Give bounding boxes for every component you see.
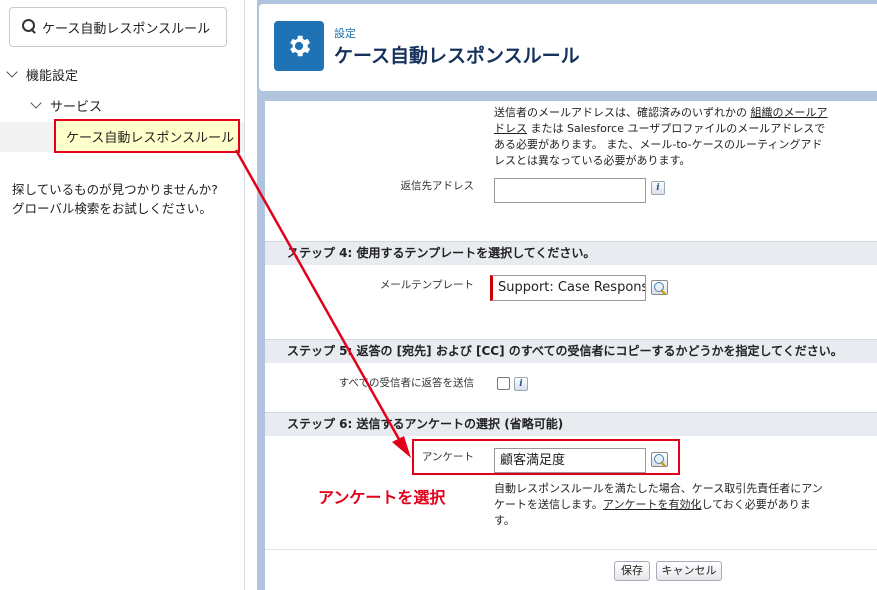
chevron-down-icon[interactable] (30, 97, 42, 109)
cancel-button[interactable]: キャンセル (656, 561, 722, 581)
survey-help: 自動レスポンスルールを満たした場合、ケース取引先責任者にアン ケートを送信します… (494, 481, 844, 529)
lookup-icon[interactable] (651, 452, 668, 467)
help-text: または Salesforce ユーザプロファイルのメールアドレスで (527, 122, 826, 135)
email-template-label: メールテンプレート (379, 279, 474, 291)
enable-survey-link[interactable]: アンケートを有効化 (603, 498, 702, 511)
breadcrumb[interactable]: 設定 (334, 25, 356, 41)
survey-label: アンケート (421, 451, 474, 463)
help-text: しておく必要がありま (701, 498, 811, 511)
step-6-header: ステップ 6: 送信するアンケートの選択 (省略可能) (265, 412, 877, 436)
reply-all-label: すべての受信者に返答を送信 (338, 377, 474, 389)
reply-to-input[interactable] (494, 178, 646, 203)
email-template-input[interactable]: Support: Case Response (490, 275, 646, 301)
search-icon (22, 19, 36, 33)
sender-address-help: 送信者のメールアドレスは、確認済みのいずれかの 組織のメールア ドレス または … (494, 105, 844, 169)
quick-find-box[interactable] (9, 7, 227, 47)
tree-node-features[interactable]: 機能設定 (6, 63, 79, 85)
quick-find-input[interactable] (42, 17, 224, 37)
info-icon[interactable]: i (651, 181, 665, 195)
setup-gear-tile (274, 21, 324, 71)
tree-node-features-label: 機能設定 (26, 68, 79, 84)
annotation-label: アンケートを選択 (318, 488, 446, 507)
gear-icon (290, 35, 311, 57)
help-text: ある必要があります。 また、メール-to-ケースのルーティングアド (494, 138, 823, 151)
page-title: ケース自動レスポンスルール (334, 45, 580, 67)
step-4-header: ステップ 4: 使用するテンプレートを選択してください。 (265, 241, 877, 265)
step-5-header: ステップ 5: 返答の [宛先] および [CC] のすべての受信者にコピーする… (265, 339, 877, 363)
global-search-hint: 探しているものが見つかりませんか? グローバル検索をお試しください。 (12, 180, 218, 218)
hint-line-1: 探しているものが見つかりませんか? (12, 182, 218, 197)
lookup-icon[interactable] (651, 280, 668, 295)
chevron-down-icon[interactable] (6, 66, 18, 78)
hint-line-2: グローバル検索をお試しください。 (12, 201, 212, 216)
tree-node-service[interactable]: サービス (30, 94, 103, 116)
tree-item-case-auto-response-label[interactable]: ケース自動レスポンスルール (66, 127, 234, 146)
reply-all-checkbox[interactable] (497, 377, 510, 390)
org-email-link[interactable]: 組織のメールア (751, 106, 828, 119)
save-button[interactable]: 保存 (614, 561, 650, 581)
button-divider (265, 549, 877, 550)
survey-input[interactable]: 顧客満足度 (494, 448, 646, 473)
tree-node-service-label: サービス (50, 99, 103, 115)
setup-sidebar: 機能設定 サービス ケース自動レスポンスルール 探しているものが見つかりませんか… (0, 0, 245, 590)
help-text: ケートを送信します。 (494, 498, 603, 511)
info-icon[interactable]: i (514, 377, 528, 391)
help-text: 自動レスポンスルールを満たした場合、ケース取引先責任者にアン (494, 482, 823, 495)
reply-to-label: 返信先アドレス (400, 180, 475, 192)
help-text: レスとは異なっている必要があります。 (494, 154, 691, 167)
help-text: 送信者のメールアドレスは、確認済みのいずれかの (494, 106, 747, 119)
org-email-link-cont[interactable]: ドレス (494, 122, 527, 135)
help-text: す。 (494, 514, 515, 527)
